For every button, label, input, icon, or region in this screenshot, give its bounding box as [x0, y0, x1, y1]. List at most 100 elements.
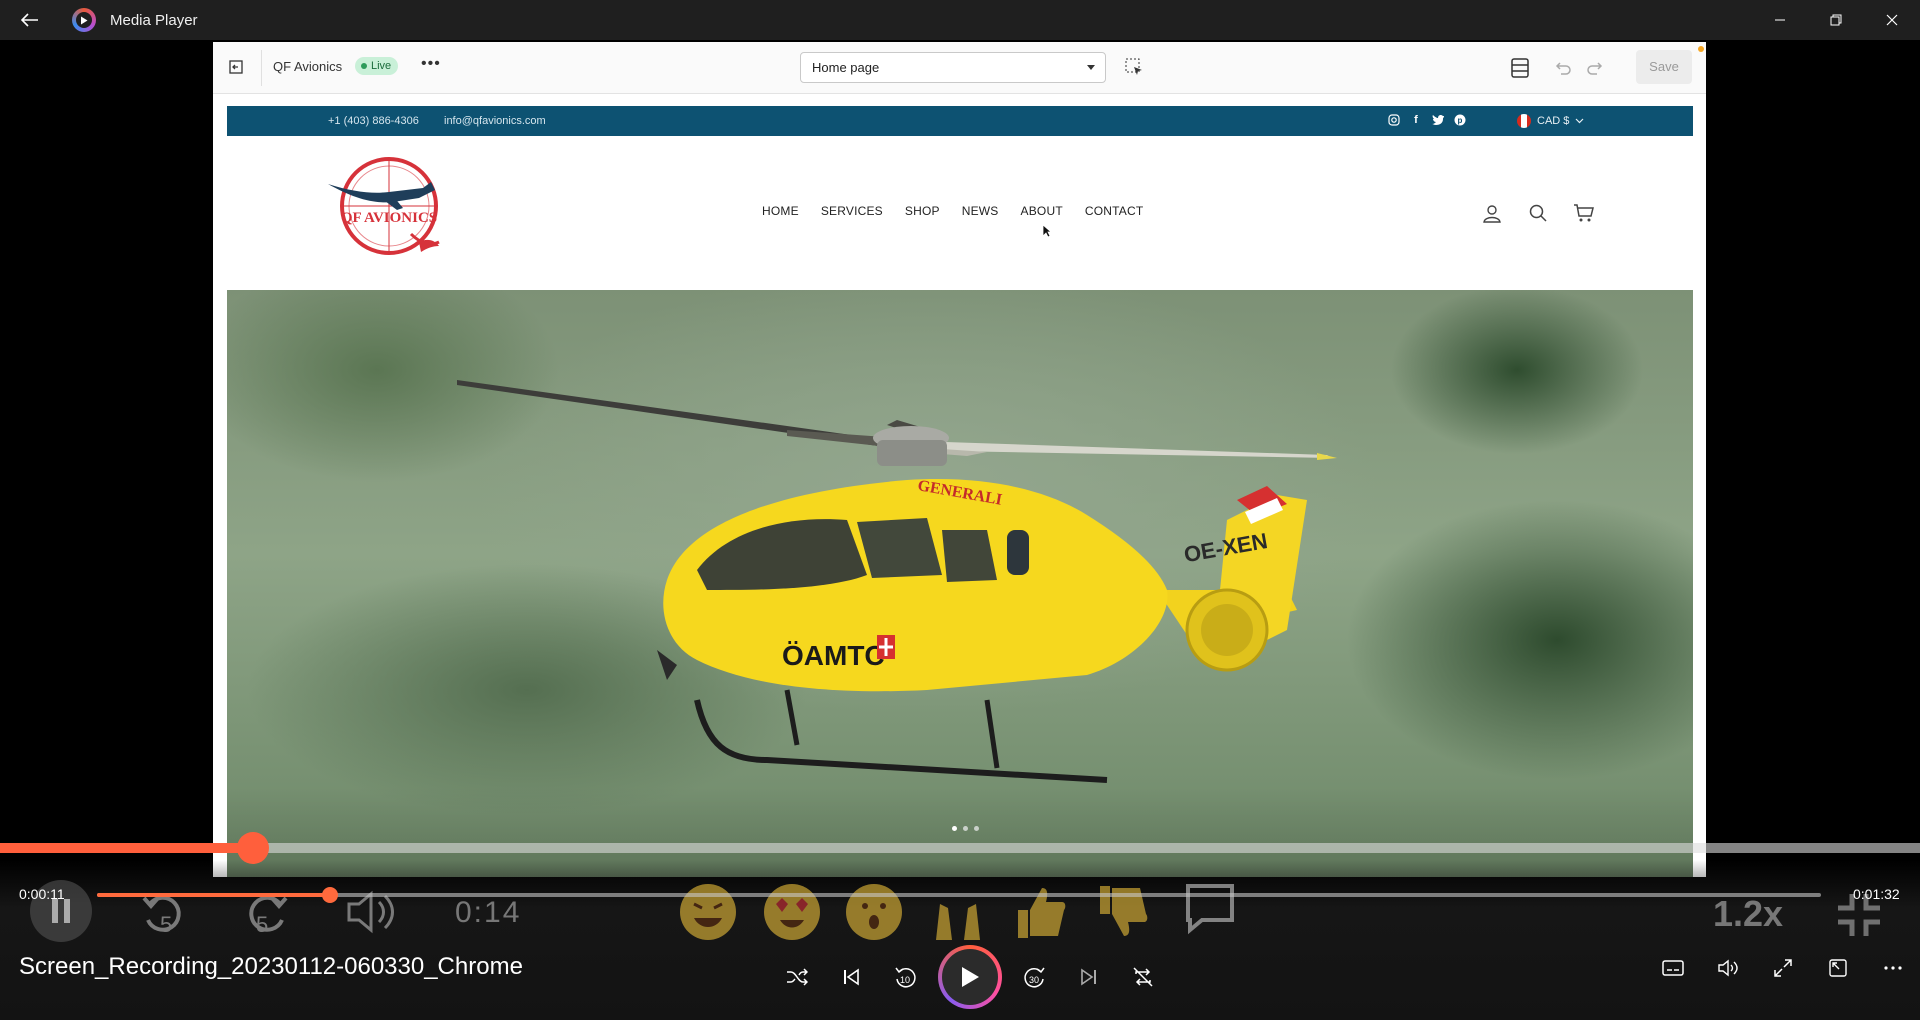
- currency-selector[interactable]: CAD $: [1517, 114, 1584, 128]
- play-button[interactable]: [938, 945, 1002, 1009]
- hero-slideshow[interactable]: OE-XEN ÖAMTC GENERALI: [227, 290, 1693, 877]
- playback-controls: 10 30: [770, 945, 1170, 1009]
- unsaved-indicator: [1698, 46, 1704, 52]
- social-links: f p: [1387, 113, 1467, 127]
- inspector-button[interactable]: [1124, 57, 1144, 77]
- repeat-off-icon: [1133, 967, 1153, 987]
- svg-text:10: 10: [900, 975, 910, 985]
- save-button[interactable]: Save: [1636, 50, 1692, 84]
- laughing-emoji-icon: [680, 884, 736, 940]
- device-icon: [1511, 58, 1529, 78]
- expand-icon: [1773, 959, 1792, 977]
- phone-number[interactable]: +1 (403) 886-4306: [328, 115, 419, 127]
- inner-progress-fill: [0, 843, 254, 853]
- raised-hands-emoji-icon: [936, 904, 980, 940]
- more-button[interactable]: [1865, 945, 1920, 991]
- heart-eyes-emoji-icon: [764, 884, 820, 940]
- inner-video-progress: [0, 832, 1920, 864]
- cart-icon[interactable]: [1571, 200, 1597, 226]
- seek-bar[interactable]: [97, 887, 1821, 903]
- page-select[interactable]: Home page: [800, 52, 1106, 83]
- exit-editor-button[interactable]: [223, 54, 249, 80]
- search-icon[interactable]: [1525, 200, 1551, 226]
- instagram-icon[interactable]: [1387, 113, 1401, 127]
- seek-fill: [97, 893, 330, 897]
- window-title: Media Player: [110, 11, 198, 29]
- skip-forward-button[interactable]: 30: [1008, 954, 1062, 1000]
- more-icon: [1883, 966, 1902, 970]
- current-time: 0:00:11: [19, 886, 65, 902]
- restore-icon: [1830, 14, 1842, 26]
- back-arrow-icon: [21, 13, 38, 27]
- undo-button[interactable]: [1553, 58, 1573, 78]
- email-address[interactable]: info@qfavionics.com: [444, 115, 546, 127]
- ghost-speed: 1.2x: [1713, 893, 1784, 934]
- website-preview: +1 (403) 886-4306 info@qfavionics.com f …: [227, 106, 1693, 877]
- full-screen-button[interactable]: [1755, 945, 1810, 991]
- seek-thumb[interactable]: [321, 887, 338, 903]
- back-button[interactable]: [0, 0, 60, 40]
- mini-player-icon: [1828, 959, 1847, 977]
- nav-about[interactable]: ABOUT: [1021, 204, 1063, 218]
- facebook-icon[interactable]: f: [1409, 113, 1423, 127]
- pinterest-icon[interactable]: p: [1453, 113, 1467, 127]
- shuffle-icon: [787, 968, 808, 986]
- video-frame[interactable]: QF Avionics Live ••• Home page Save +1 (…: [213, 42, 1706, 877]
- site-header: QF AVIONICS HOME SERVICES SHOP NEWS ABOU…: [227, 136, 1693, 290]
- repeat-button[interactable]: [1116, 954, 1170, 1000]
- device-preview-button[interactable]: [1508, 56, 1532, 80]
- minimize-button[interactable]: [1752, 0, 1808, 40]
- shuffle-button[interactable]: [770, 954, 824, 1000]
- nav-services[interactable]: SERVICES: [821, 204, 883, 218]
- editor-toolbar: QF Avionics Live ••• Home page Save: [213, 42, 1706, 94]
- nav-home[interactable]: HOME: [762, 204, 799, 218]
- live-badge: Live: [355, 57, 399, 75]
- surprised-emoji-icon: [846, 884, 902, 940]
- logo-text: QF AVIONICS: [341, 210, 437, 226]
- minimize-icon: [1775, 19, 1785, 21]
- secondary-controls: [1645, 945, 1920, 991]
- slide-dot[interactable]: [952, 826, 957, 831]
- close-button[interactable]: [1864, 0, 1920, 40]
- divider: [261, 50, 262, 86]
- redo-button[interactable]: [1585, 58, 1605, 78]
- account-icon[interactable]: [1479, 200, 1505, 226]
- slide-dot[interactable]: [974, 826, 979, 831]
- twitter-icon[interactable]: [1431, 113, 1445, 127]
- nav-contact[interactable]: CONTACT: [1085, 204, 1144, 218]
- previous-button[interactable]: [824, 954, 878, 1000]
- close-icon: [1886, 14, 1898, 26]
- svg-text:p: p: [1458, 116, 1463, 125]
- svg-text:30: 30: [1029, 975, 1039, 985]
- chevron-down-icon: [1575, 118, 1584, 124]
- captions-button[interactable]: [1645, 945, 1700, 991]
- thumbs-down-emoji-icon: [1100, 886, 1148, 936]
- ghost-reactions: [0, 880, 1920, 940]
- next-button[interactable]: [1062, 954, 1116, 1000]
- exit-icon: [229, 60, 243, 74]
- chevron-down-icon: [1087, 65, 1095, 70]
- skip-forward-30-icon: 30: [1024, 967, 1045, 988]
- previous-icon: [844, 968, 859, 986]
- skip-back-button[interactable]: 10: [878, 954, 932, 1000]
- comment-icon: [1186, 884, 1234, 935]
- store-name: QF Avionics: [273, 59, 343, 74]
- qf-avionics-logo[interactable]: QF AVIONICS: [323, 154, 453, 264]
- captions-icon: [1661, 960, 1684, 976]
- total-time: 0:01:32: [1853, 886, 1900, 902]
- nav-shop[interactable]: SHOP: [905, 204, 940, 218]
- main-nav: HOME SERVICES SHOP NEWS ABOUT CONTACT: [762, 204, 1165, 218]
- restore-button[interactable]: [1808, 0, 1864, 40]
- thumbs-up-emoji-icon: [1018, 888, 1066, 938]
- title-bar: Media Player: [0, 0, 1920, 40]
- media-title: Screen_Recording_20230112-060330_Chrome: [19, 953, 523, 980]
- mouse-cursor-icon: [1042, 224, 1052, 238]
- slide-dot[interactable]: [963, 826, 968, 831]
- header-actions: [1479, 200, 1597, 226]
- volume-button[interactable]: [1700, 945, 1755, 991]
- fuselage-text: ÖAMTC: [782, 640, 885, 671]
- nav-news[interactable]: NEWS: [962, 204, 999, 218]
- more-options-button[interactable]: •••: [421, 55, 441, 73]
- canada-flag-icon: [1517, 114, 1531, 128]
- mini-player-button[interactable]: [1810, 945, 1865, 991]
